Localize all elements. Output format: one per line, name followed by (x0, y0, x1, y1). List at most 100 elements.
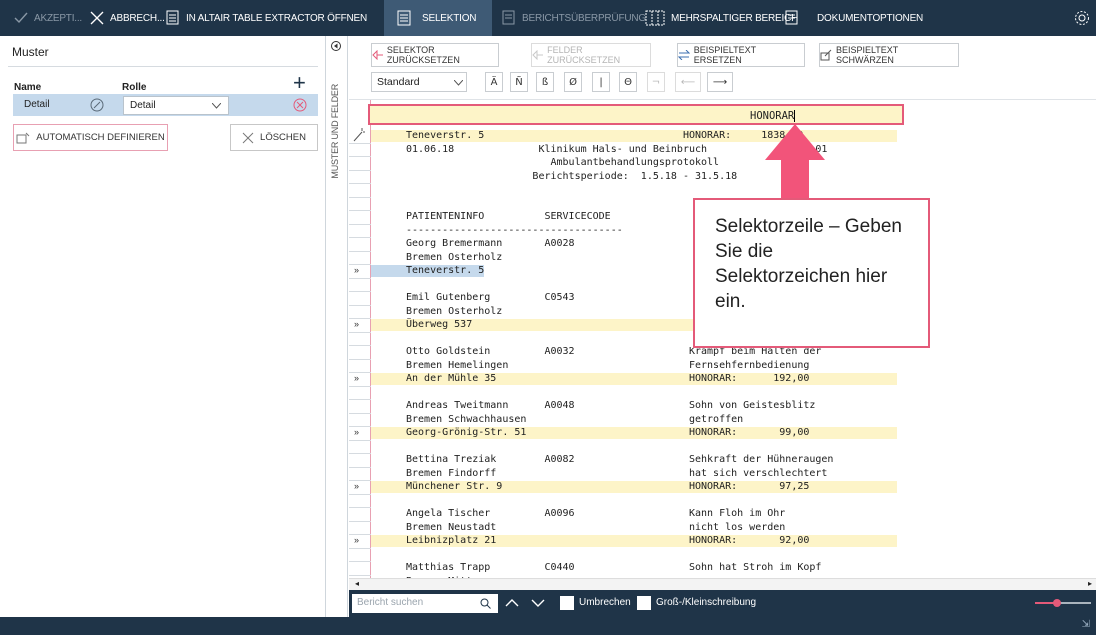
row-marker-icon[interactable]: » (354, 319, 359, 329)
gutter-line (349, 534, 371, 535)
auto-define-button[interactable]: AUTOMATISCH DEFINIEREN (13, 124, 168, 151)
pattern-row[interactable]: Detail Detail (13, 94, 318, 116)
reset-selector-button[interactable]: SELEKTOR ZURÜCKSETZEN (371, 43, 499, 67)
gutter-line (349, 493, 371, 495)
cancel-button[interactable]: ABBRECH... (90, 0, 165, 36)
replace-sample-label: BEISPIELTEXT ERSETZEN (693, 45, 756, 65)
gutter-line (349, 574, 371, 576)
gutter-line (349, 412, 371, 414)
gutter-line (349, 210, 371, 211)
top-toolbar: AKZEPTI... ABBRECH... IN ALTAIR TABLE EX… (0, 0, 1096, 36)
gutter-line (349, 223, 371, 225)
remove-icon[interactable] (293, 98, 307, 112)
tab-selektion[interactable]: SELEKTION (384, 0, 492, 36)
wrap-checkbox[interactable] (560, 596, 574, 610)
report-line: Bremen Hemelingen Fernsehfernbedienung (406, 359, 810, 371)
add-pattern-button[interactable]: + (293, 72, 306, 94)
row-marker-icon[interactable]: » (354, 535, 359, 545)
blacken-sample-label: BEISPIELTEXT SCHWÄRZEN (835, 45, 899, 65)
status-bar: ⇲ (0, 617, 1096, 635)
auto-define-label: AUTOMATISCH DEFINIEREN (36, 132, 165, 143)
symbol-button-o-slash[interactable]: Ø (564, 72, 582, 92)
report-line: Andreas Tweitmann A0048 Sohn von Geistes… (406, 400, 816, 411)
report-line (371, 495, 406, 507)
collapse-icon[interactable] (331, 41, 341, 51)
gutter-line (349, 237, 371, 238)
report-line: Teneverstr. 5 (371, 265, 485, 277)
report-line: Bremen Schwachhausen getroffen (406, 413, 744, 425)
open-altair-button[interactable]: IN ALTAIR TABLE EXTRACTOR ÖFFNEN (166, 0, 367, 36)
zoom-slider-thumb[interactable] (1053, 599, 1061, 607)
zoom-slider[interactable] (1035, 599, 1091, 607)
case-checkbox[interactable] (637, 596, 651, 610)
report-line: Georg Bremermann A0028 (406, 238, 575, 249)
document-options-icon (785, 10, 798, 25)
report-line (371, 333, 406, 345)
tab-mehrspaltiger-bereich[interactable]: MEHRSPALTIGER BEREICH (645, 0, 798, 36)
accept-button[interactable]: AKZEPTI... (14, 0, 82, 36)
symbol-button-theta[interactable]: Θ (619, 72, 637, 92)
search-bar: Bericht suchen Umbrechen Groß-/Kleinschr… (349, 590, 1096, 617)
scroll-left-icon[interactable]: ◂ (355, 579, 359, 588)
pattern-name: Detail (24, 99, 50, 110)
blacken-sample-button[interactable]: BEISPIELTEXT SCHWÄRZEN (819, 43, 959, 67)
encoding-select[interactable]: Standard (371, 72, 467, 92)
encoding-value: Standard (377, 76, 420, 88)
gutter-line (349, 331, 371, 333)
selection-icon (397, 10, 411, 26)
scroll-right-icon[interactable]: ▸ (1088, 579, 1092, 588)
settings-button[interactable] (1074, 0, 1096, 36)
patterns-panel: Muster Name Rolle + Detail Detail AUTOMA… (0, 36, 326, 617)
gutter-line (349, 453, 371, 454)
magic-wand-icon[interactable] (353, 128, 365, 142)
symbol-button-a-umlaut[interactable]: Ä (485, 72, 503, 92)
chevron-down-icon (454, 80, 463, 86)
symbol-button-left-arrow[interactable]: ⟵ (675, 72, 701, 92)
symbol-button-pipe[interactable]: | (592, 72, 610, 92)
report-line: Emil Gutenberg C0543 (406, 292, 575, 303)
gutter-line (349, 291, 371, 292)
report-line: Bremen Osterholz (406, 251, 503, 263)
gutter-line (349, 561, 371, 562)
search-icon (480, 598, 491, 609)
row-marker-icon[interactable]: » (354, 481, 359, 491)
gutter-line (349, 304, 371, 306)
report-line: Ambulantbehandlungsprotokoll (406, 157, 720, 168)
report-line (371, 279, 406, 291)
gutter-line (349, 183, 371, 184)
edit-icon[interactable] (90, 98, 104, 112)
search-input[interactable]: Bericht suchen (352, 594, 498, 613)
row-marker-icon[interactable]: » (354, 265, 359, 275)
gutter-line (349, 264, 371, 265)
tab-dokumentoptionen[interactable]: DOKUMENTOPTIONEN (785, 0, 923, 36)
report-line: ------------------------------------ (406, 224, 623, 236)
replace-sample-button[interactable]: BEISPIELTEXT ERSETZEN (677, 43, 805, 67)
selector-input[interactable]: HONORAR (750, 110, 796, 122)
symbol-button-not[interactable]: ¬ (647, 72, 665, 92)
reset-fields-label: FELDER ZURÜCKSETZEN (547, 45, 621, 65)
role-select[interactable]: Detail (123, 96, 229, 115)
table-export-icon (166, 10, 179, 25)
chevron-up-icon[interactable] (505, 598, 519, 608)
reset-fields-button[interactable]: FELDER ZURÜCKSETZEN (531, 43, 651, 67)
horizontal-scrollbar[interactable]: ◂ ▸ (349, 578, 1096, 590)
panel-title: Muster (12, 45, 49, 59)
symbol-button-right-arrow[interactable]: ⟶ (707, 72, 733, 92)
symbol-button-n-tilde[interactable]: Ñ (510, 72, 528, 92)
role-select-value: Detail (130, 100, 156, 111)
row-marker-icon[interactable]: » (354, 427, 359, 437)
selector-row[interactable]: HONORAR (368, 104, 904, 125)
symbol-button-eszett[interactable]: ß (536, 72, 554, 92)
selection-toolbar: SELEKTOR ZURÜCKSETZEN FELDER ZURÜCKSETZE… (349, 36, 1096, 100)
gutter-line (349, 169, 371, 171)
resize-icon[interactable]: ⇲ (1082, 619, 1090, 630)
auto-define-icon (16, 132, 30, 143)
report-line: Münchener Str. 9 HONORAR: 97,25 (371, 481, 897, 493)
delete-button[interactable]: LÖSCHEN (230, 124, 318, 151)
tab-berichtsueberpruefung[interactable]: BERICHTSÜBERPRÜFUNG (502, 0, 646, 36)
gutter-line (349, 480, 371, 481)
row-marker-icon[interactable]: » (354, 373, 359, 383)
report-line (371, 184, 406, 196)
gutter-line (349, 547, 371, 549)
chevron-down-icon[interactable] (531, 598, 545, 608)
